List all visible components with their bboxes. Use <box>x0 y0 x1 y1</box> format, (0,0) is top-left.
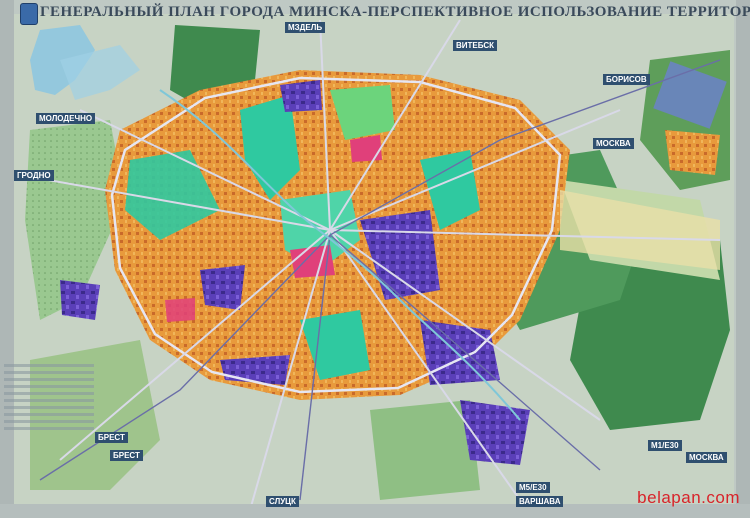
label-varshava: ВАРШАВА <box>516 496 564 507</box>
industrial-zone-south <box>460 400 530 465</box>
label-sluck: СЛУЦК <box>266 496 299 507</box>
label-vitebsk: ВИТЕБСК <box>453 40 498 51</box>
industrial-zone-north <box>280 80 322 112</box>
label-borisov: БОРИСОВ <box>603 74 650 85</box>
label-moskva-top: МОСКВА <box>593 138 634 149</box>
label-molodechno: МОЛОДЕЧНО <box>36 113 96 124</box>
industrial-zone-west-inner <box>200 265 245 310</box>
label-brest-2: БРЕСТ <box>110 450 143 461</box>
label-moskva-bottom: МОСКВА <box>686 452 727 463</box>
watermark: belapan.com <box>637 488 740 507</box>
map-poster: ГЕНЕРАЛЬНЫЙ ПЛАН ГОРОДА МИНСКА-ПЕРСПЕКТИ… <box>0 0 750 518</box>
label-grodno: ГРОДНО <box>14 170 54 181</box>
label-m5e30: M5/E30 <box>516 482 550 493</box>
industrial-zone-west <box>60 280 100 320</box>
satellite-town-east <box>665 130 720 175</box>
label-mzdel: МЗДЕЛЬ <box>285 22 326 33</box>
label-brest-1: БРЕСТ <box>95 432 128 443</box>
city-emblem-icon <box>20 3 38 25</box>
commercial-west <box>165 298 195 322</box>
map-legend <box>4 360 94 480</box>
map-title: ГЕНЕРАЛЬНЫЙ ПЛАН ГОРОДА МИНСКА-ПЕРСПЕКТИ… <box>40 4 750 20</box>
label-m1e30: M1/E30 <box>648 440 682 451</box>
